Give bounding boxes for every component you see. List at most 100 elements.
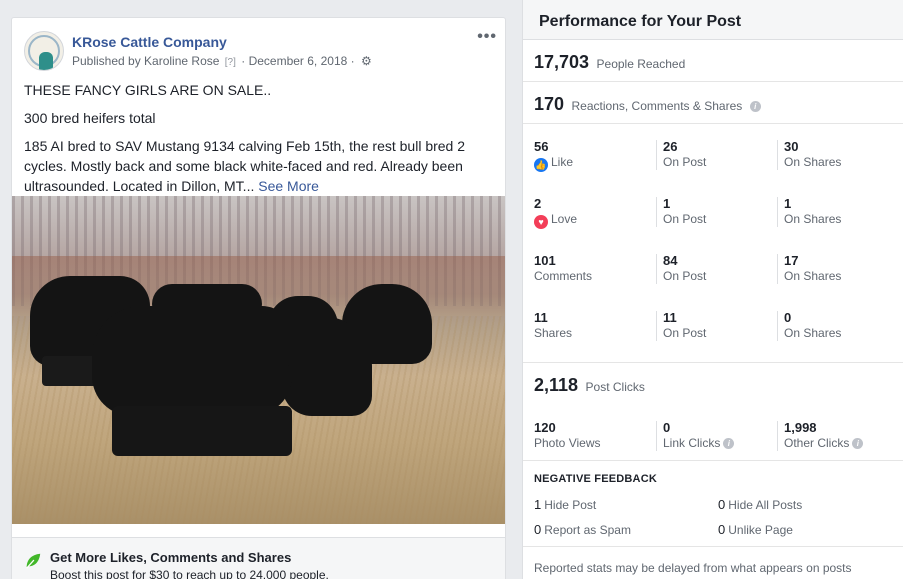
love-on-shares-label: On Shares — [784, 212, 842, 226]
link-clicks-label: Link Clicks — [663, 436, 721, 450]
spam-value: 0 — [534, 522, 542, 537]
post-header: KRose Cattle Company Published by Karoli… — [12, 18, 505, 80]
hide-post-value: 1 — [534, 497, 542, 512]
cow-front-body — [92, 306, 292, 416]
hide-all-label: Hide All Posts — [728, 498, 803, 512]
love-on-post-value: 1 — [663, 196, 671, 211]
comments-on-post: 84 On Post — [656, 254, 706, 284]
hide-post-stat: 1 Hide Post — [534, 497, 596, 512]
cow-front-head — [268, 296, 338, 366]
post-byline: Published by Karoline Rose [?] · Decembe… — [72, 54, 372, 68]
link-clicks: 0 Link Clicks i — [656, 421, 735, 451]
engagement-value: 170 — [534, 94, 565, 114]
post-paragraph-3: 185 AI bred to SAV Mustang 9134 calving … — [24, 136, 493, 196]
love-label: Love — [551, 212, 578, 226]
published-by: Published by Karoline Rose — [72, 54, 220, 68]
likes-on-shares-label: On Shares — [784, 155, 842, 169]
likes-total-value: 56 — [534, 139, 549, 154]
avatar-person — [39, 52, 53, 70]
hide-all-value: 0 — [718, 497, 726, 512]
comments-row: 101 Comments 84 On Post 17 On Shares — [523, 244, 903, 301]
other-clicks: 1,998 Other Clicks i — [777, 420, 864, 451]
hide-all-stat: 0 Hide All Posts — [718, 497, 802, 512]
people-reached-label: People Reached — [596, 57, 686, 71]
info-icon[interactable]: i — [749, 101, 761, 112]
post-card: KRose Cattle Company Published by Karoli… — [11, 17, 506, 579]
likes-row: 56 👍 Like 26 On Post 30 On Shares — [523, 130, 903, 187]
photo-views-label: Photo Views — [534, 436, 601, 450]
leaf-icon — [26, 553, 41, 569]
gear-icon[interactable]: ⚙ — [361, 54, 372, 68]
post-paragraph-3-text: 185 AI bred to SAV Mustang 9134 calving … — [24, 138, 466, 194]
more-options-icon[interactable]: ••• — [477, 28, 497, 46]
other-clicks-label-wrap: Other Clicks i — [784, 435, 864, 451]
likes-on-shares: 30 On Shares — [777, 140, 841, 170]
boost-title: Get More Likes, Comments and Shares — [50, 550, 292, 565]
comments-on-shares-label: On Shares — [784, 269, 842, 283]
love-total-label: ♥ Love — [534, 211, 577, 229]
spam-label: Report as Spam — [544, 523, 631, 537]
love-total-value: 2 — [534, 196, 542, 211]
info-icon[interactable]: i — [723, 438, 735, 449]
see-more-link[interactable]: See More — [258, 178, 319, 194]
shares-on-shares: 0 On Shares — [777, 311, 841, 341]
post-paragraph-1: THESE FANCY GIRLS ARE ON SALE.. — [24, 82, 272, 98]
shares-on-post-value: 11 — [663, 310, 677, 325]
shares-on-post: 11 On Post — [656, 311, 706, 341]
love-on-post: 1 On Post — [656, 197, 706, 227]
cow-front-legs — [112, 406, 292, 456]
comments-total-label: Comments — [534, 269, 593, 283]
shares-total: 11 Shares — [534, 311, 572, 341]
like-icon: 👍 — [534, 158, 548, 172]
unlike-value: 0 — [718, 522, 726, 537]
engagement-breakdown: 56 👍 Like 26 On Post 30 On Shares 2 ♥ Love… — [523, 124, 903, 363]
photo-views: 120 Photo Views — [534, 421, 601, 451]
post-date[interactable]: · December 6, 2018 · — [241, 54, 354, 68]
comments-on-post-value: 84 — [663, 253, 678, 268]
post-text: THESE FANCY GIRLS ARE ON SALE.. 300 bred… — [12, 80, 505, 196]
likes-total-label: 👍 Like — [534, 154, 573, 172]
likes-on-post: 26 On Post — [656, 140, 706, 170]
info-icon[interactable]: i — [852, 438, 864, 449]
help-marker[interactable]: [?] — [225, 57, 236, 68]
engagement-row: 170 Reactions, Comments & Shares i — [523, 82, 903, 124]
unlike-stat: 0 Unlike Page — [718, 522, 793, 537]
spam-stat: 0 Report as Spam — [534, 522, 631, 537]
post-clicks-label: Post Clicks — [585, 380, 645, 394]
comments-on-post-label: On Post — [663, 269, 707, 283]
boost-subtitle: Boost this post for $30 to reach up to 2… — [50, 568, 329, 579]
comments-total: 101 Comments — [534, 254, 592, 284]
negative-feedback-title: NEGATIVE FEEDBACK — [534, 473, 657, 485]
likes-on-post-label: On Post — [663, 155, 707, 169]
shares-total-value: 11 — [534, 310, 548, 325]
post-clicks-value: 2,118 — [534, 375, 579, 395]
other-clicks-value: 1,998 — [784, 420, 817, 435]
photo-views-value: 120 — [534, 420, 556, 435]
post-photo[interactable] — [12, 196, 505, 524]
shares-on-post-label: On Post — [663, 326, 707, 340]
delay-note: Reported stats may be delayed from what … — [534, 561, 852, 575]
likes-on-shares-value: 30 — [784, 139, 799, 154]
engagement-label: Reactions, Comments & Shares — [571, 99, 743, 113]
love-on-shares-value: 1 — [784, 196, 792, 211]
shares-on-shares-label: On Shares — [784, 326, 842, 340]
post-clicks-section: 2,118 Post Clicks 120 Photo Views 0 Link… — [523, 363, 903, 461]
other-clicks-label: Other Clicks — [784, 436, 850, 450]
love-on-post-label: On Post — [663, 212, 707, 226]
post-paragraph-2: 300 bred heifers total — [24, 110, 156, 126]
comments-total-value: 101 — [534, 253, 556, 268]
comments-on-shares: 17 On Shares — [777, 254, 841, 284]
love-row: 2 ♥ Love 1 On Post 1 On Shares — [523, 187, 903, 244]
love-on-shares: 1 On Shares — [777, 197, 841, 227]
people-reached-value: 17,703 — [534, 52, 590, 72]
likes-total: 56 👍 Like — [534, 140, 573, 172]
performance-panel: Performance for Your Post 17,703 People … — [522, 0, 903, 579]
performance-title: Performance for Your Post — [523, 0, 903, 40]
page-name-link[interactable]: KRose Cattle Company — [72, 34, 227, 50]
comments-on-shares-value: 17 — [784, 253, 799, 268]
hide-post-label: Hide Post — [544, 498, 597, 512]
likes-on-post-value: 26 — [663, 139, 678, 154]
negative-feedback-section: NEGATIVE FEEDBACK 1 Hide Post 0 Hide All P… — [523, 461, 903, 547]
page-avatar[interactable] — [24, 31, 64, 71]
boost-banner[interactable]: Get More Likes, Comments and Shares Boos… — [12, 537, 505, 579]
